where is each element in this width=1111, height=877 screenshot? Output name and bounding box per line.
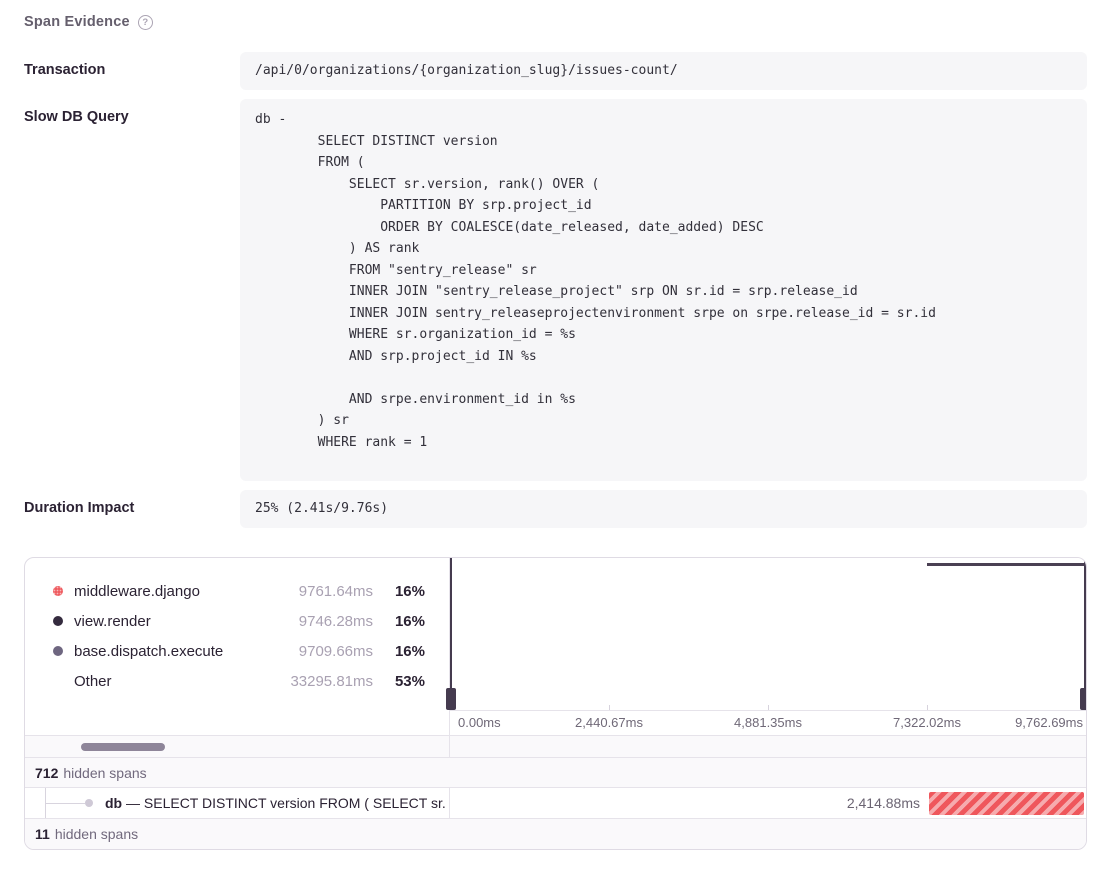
span-duration-bar[interactable] (929, 792, 1084, 815)
hidden-spans-text: hidden spans (55, 826, 138, 842)
span-description: db — SELECT DISTINCT version FROM ( SELE… (105, 788, 449, 818)
duration-impact-value: 25% (2.41s/9.76s) (240, 490, 1087, 528)
span-duration: 2,414.88ms (847, 788, 920, 819)
minimap-column: 0.00ms 2,440.67ms 4,881.35ms 7,322.02ms … (450, 558, 1086, 735)
minimap-left-handle[interactable] (450, 558, 452, 709)
slow-db-query-label: Slow DB Query (24, 99, 240, 481)
legend-name: Other (74, 673, 268, 690)
minimap-span-bar (927, 563, 1085, 566)
legend-row-base-dispatch: base.dispatch.execute 9709.66ms 16% (53, 636, 425, 666)
minimap-right-handle[interactable] (1084, 558, 1086, 709)
slow-db-query-row: Slow DB Query db - SELECT DISTINCT versi… (24, 99, 1087, 481)
time-axis: 0.00ms 2,440.67ms 4,881.35ms 7,322.02ms … (450, 710, 1086, 735)
legend-dot-view-render-icon (53, 616, 63, 626)
hidden-spans-text: hidden spans (63, 765, 146, 781)
legend-row-other: Other 33295.81ms 53% (53, 666, 425, 696)
legend-duration: 33295.81ms (268, 673, 373, 690)
section-header: Span Evidence ? (24, 14, 1087, 30)
span-op-dash: — (126, 795, 144, 811)
minimap-right-grabber[interactable] (1080, 688, 1087, 710)
slow-db-query-value: db - SELECT DISTINCT version FROM ( SELE… (240, 99, 1087, 481)
legend-duration: 9761.64ms (268, 583, 373, 600)
scrollbar-spacer (450, 736, 1086, 757)
axis-tick-label: 4,881.35ms (734, 715, 802, 730)
duration-impact-label: Duration Impact (24, 490, 240, 528)
transaction-row: Transaction /api/0/organizations/{organi… (24, 52, 1087, 90)
scrollbar-thumb[interactable] (81, 743, 165, 751)
legend-percent: 16% (373, 643, 425, 660)
axis-tick-label: 0.00ms (458, 715, 501, 730)
help-icon[interactable]: ? (138, 15, 153, 30)
span-op: db (105, 795, 122, 811)
hidden-spans-row-top: 712 hidden spans (25, 758, 1086, 788)
hidden-spans-count: 712 (35, 765, 58, 781)
legend-dot-none (53, 676, 63, 686)
span-waterfall-panel: middleware.django 9761.64ms 16% view.ren… (24, 557, 1087, 850)
transaction-label: Transaction (24, 52, 240, 90)
legend-dot-middleware-icon (53, 586, 63, 596)
ops-breakdown-legend: middleware.django 9761.64ms 16% view.ren… (25, 558, 450, 735)
span-row-description-cell: db — SELECT DISTINCT version FROM ( SELE… (25, 788, 450, 818)
legend-name: base.dispatch.execute (74, 643, 268, 660)
duration-impact-row: Duration Impact 25% (2.41s/9.76s) (24, 490, 1087, 528)
legend-percent: 53% (373, 673, 425, 690)
tree-branch-line (45, 803, 85, 804)
legend-percent: 16% (373, 583, 425, 600)
legend-duration: 9709.66ms (268, 643, 373, 660)
span-query-text: SELECT DISTINCT version FROM ( SELECT sr… (144, 795, 446, 811)
span-evidence-section: Span Evidence ? Transaction /api/0/organ… (0, 0, 1111, 850)
transaction-value: /api/0/organizations/{organization_slug}… (240, 52, 1087, 90)
legend-percent: 16% (373, 613, 425, 630)
hidden-spans-row-bottom: 11 hidden spans (25, 819, 1086, 849)
tree-node-dot-icon (85, 799, 93, 807)
span-minimap[interactable] (450, 558, 1086, 710)
scrollbar-track[interactable] (25, 736, 450, 757)
legend-name: view.render (74, 613, 268, 630)
span-row-db[interactable]: db — SELECT DISTINCT version FROM ( SELE… (25, 788, 1086, 819)
axis-tick-label: 9,762.69ms (1015, 715, 1083, 730)
waterfall-header: middleware.django 9761.64ms 16% view.ren… (25, 558, 1086, 736)
page-title: Span Evidence (24, 14, 130, 30)
legend-row-middleware: middleware.django 9761.64ms 16% (53, 576, 425, 606)
minimap-left-grabber[interactable] (446, 688, 456, 710)
axis-tick-label: 7,322.02ms (893, 715, 961, 730)
hidden-spans-count: 11 (35, 826, 50, 842)
horizontal-scrollbar-row (25, 736, 1086, 758)
legend-duration: 9746.28ms (268, 613, 373, 630)
axis-tick-label: 2,440.67ms (575, 715, 643, 730)
legend-name: middleware.django (74, 583, 268, 600)
legend-row-view-render: view.render 9746.28ms 16% (53, 606, 425, 636)
legend-dot-base-dispatch-icon (53, 646, 63, 656)
span-row-timeline-cell: 2,414.88ms (450, 788, 1086, 818)
